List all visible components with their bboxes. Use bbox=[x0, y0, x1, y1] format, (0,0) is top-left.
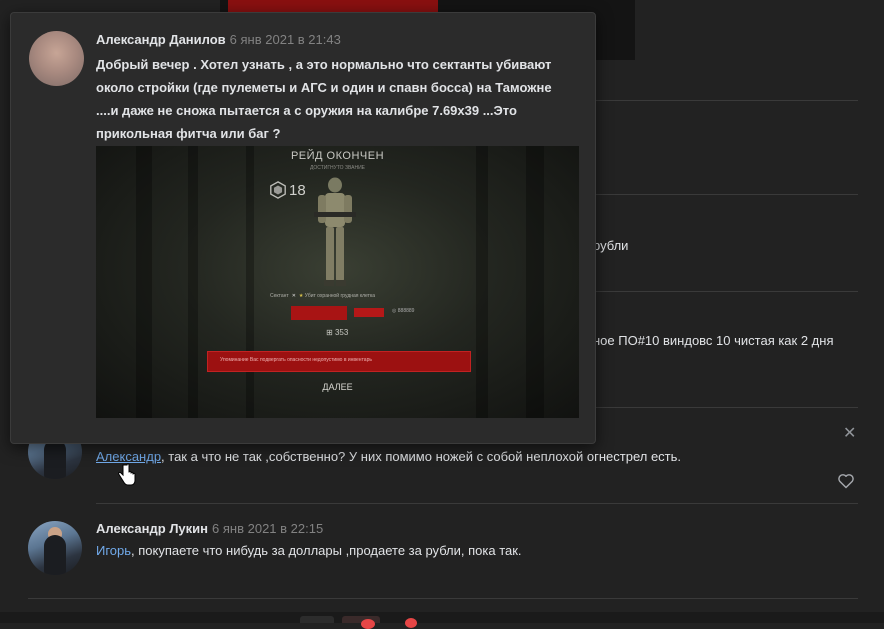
popup-date[interactable]: 6 янв 2021 в 21:43 bbox=[230, 32, 341, 47]
close-icon[interactable]: ✕ bbox=[843, 423, 856, 443]
damage-bar-secondary bbox=[354, 308, 384, 317]
comment-author: Александр Лукин 6 янв 2021 в 22:15 bbox=[96, 521, 323, 536]
comment-text: Игорь, покупаете что нибудь за доллары ,… bbox=[96, 543, 522, 558]
warning-banner: Упоминание Вас подвергать опасности недо… bbox=[207, 351, 471, 372]
divider bbox=[28, 598, 858, 599]
hand-pointer-icon bbox=[118, 463, 136, 486]
raid-score: ⊞ 353 bbox=[326, 328, 349, 337]
damage-value: ◎ 888889 bbox=[392, 308, 415, 314]
screenshot-title: РЕЙД ОКОНЧЕН bbox=[290, 150, 385, 162]
screenshot-subtitle: ДОСТИГНУТО ЗВАНИЕ bbox=[309, 165, 366, 171]
popup-text: Добрый вечер . Хотел узнать , а это норм… bbox=[96, 57, 552, 141]
comment-text: Александр, так а что не так ,собственно?… bbox=[96, 449, 682, 464]
heart-icon[interactable] bbox=[837, 473, 855, 489]
avatar[interactable] bbox=[28, 521, 82, 575]
killer-info: Сектант ✕ ★ Убит охранной грудная клетка bbox=[270, 293, 376, 299]
comment-text-fragment: ное ПО#10 виндовс 10 чистая как 2 дня bbox=[593, 333, 834, 348]
notification-dot-icon[interactable] bbox=[405, 618, 417, 628]
toolbar-tab[interactable] bbox=[300, 616, 334, 623]
comment-text-fragment: рубли bbox=[593, 238, 629, 253]
player-level: 18 bbox=[289, 182, 306, 199]
divider bbox=[96, 503, 858, 504]
level-badge-icon bbox=[270, 181, 286, 199]
popup-avatar[interactable] bbox=[29, 31, 84, 86]
comment-date[interactable]: 6 янв 2021 в 22:15 bbox=[212, 521, 323, 536]
next-button[interactable]: ДАЛЕЕ bbox=[96, 382, 579, 392]
popup-author: Александр Данилов 6 янв 2021 в 21:43 bbox=[96, 32, 341, 47]
author-name[interactable]: Александр Лукин bbox=[96, 521, 208, 536]
soldier-character-icon bbox=[314, 177, 356, 286]
comment-preview-popup: Александр Данилов 6 янв 2021 в 21:43 Добр… bbox=[10, 12, 596, 444]
mention-link[interactable]: Александр bbox=[96, 449, 161, 464]
attached-game-screenshot[interactable]: РЕЙД ОКОНЧЕН ДОСТИГНУТО ЗВАНИЕ 18 Сектан… bbox=[96, 146, 579, 418]
bottom-toolbar bbox=[0, 612, 884, 629]
author-name[interactable]: Александр Данилов bbox=[96, 32, 226, 47]
mention-link[interactable]: Игорь bbox=[96, 543, 131, 558]
damage-bar bbox=[291, 306, 347, 320]
toolbar-tab-active[interactable] bbox=[342, 616, 380, 629]
